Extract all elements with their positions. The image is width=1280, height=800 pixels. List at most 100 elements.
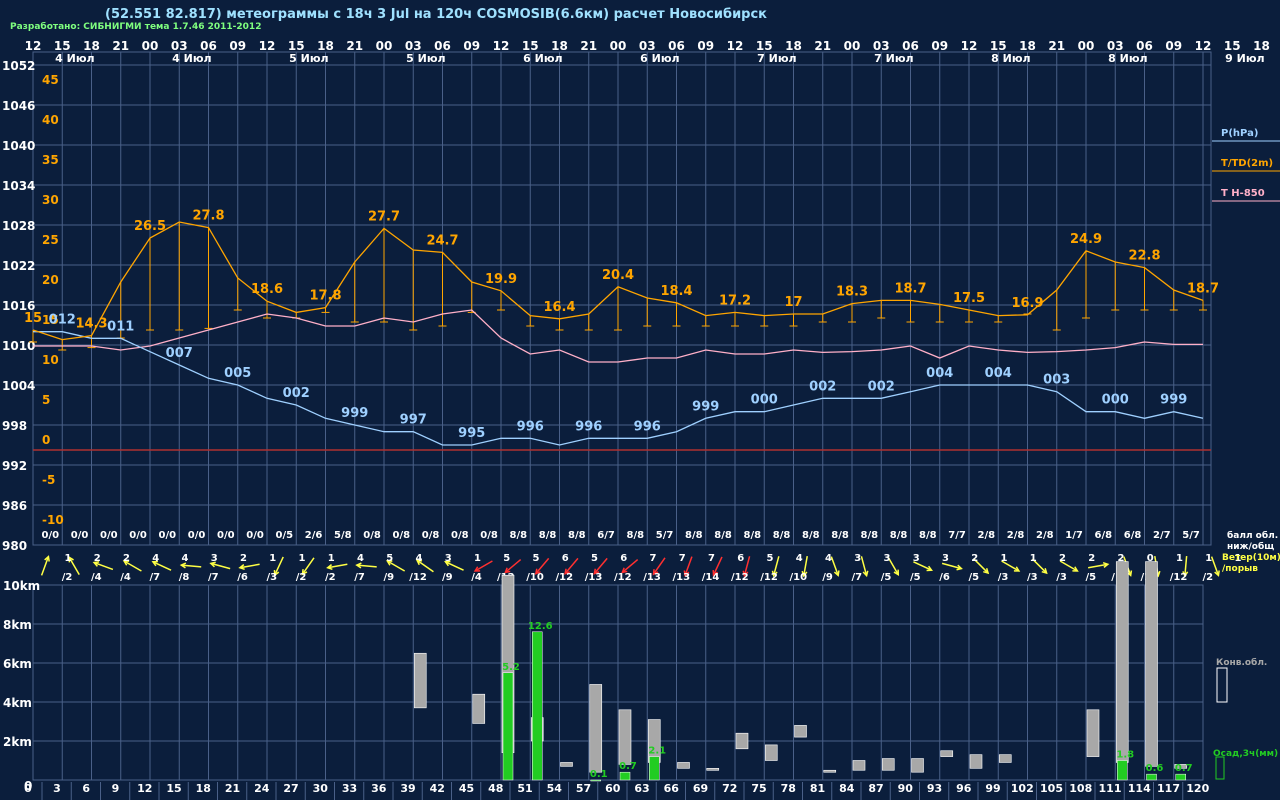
- temp-tick-label: 45: [42, 73, 59, 87]
- cloud-cover-value: 2/6: [305, 530, 323, 541]
- convective-cloud-bar: [998, 754, 1012, 763]
- convective-cloud-bar: [969, 754, 983, 769]
- forecast-hour-label: 54: [547, 782, 563, 795]
- hour-tick-label: 09: [463, 39, 480, 53]
- wind-speed-value: 2: [94, 553, 101, 564]
- wind-gust-value: /4: [471, 572, 482, 583]
- forecast-hour-label: 39: [400, 782, 415, 795]
- hour-tick-label: 03: [405, 39, 422, 53]
- pressure-value-label: 003: [1043, 373, 1070, 388]
- hour-tick-label: 00: [142, 39, 159, 53]
- hour-tick-label: 12: [727, 39, 744, 53]
- hour-tick-label: 00: [610, 39, 627, 53]
- pressure-tick-label: 980: [2, 539, 27, 553]
- wind-gust-value: /5: [881, 572, 892, 583]
- forecast-hour-label: 57: [576, 782, 591, 795]
- convective-cloud-bar: [852, 760, 866, 771]
- wind-gust-value: /9: [442, 572, 453, 583]
- hour-tick-label: 00: [1078, 39, 1095, 53]
- hour-tick-label: 18: [317, 39, 334, 53]
- forecast-hour-label: 45: [459, 782, 474, 795]
- forecast-hour-label: 0: [24, 782, 32, 795]
- hour-tick-label: 03: [873, 39, 890, 53]
- wind-gust-value: /12: [555, 572, 573, 583]
- temp-tick-label: 5: [42, 393, 50, 407]
- pressure-value-label: 999: [692, 399, 719, 414]
- wind-speed-value: 7: [679, 553, 686, 564]
- hour-tick-label: 21: [112, 39, 129, 53]
- pressure-value-label: 999: [341, 406, 368, 421]
- wind-speed-value: 2: [1059, 553, 1066, 564]
- day-label: 7 Июл: [757, 52, 796, 65]
- hour-tick-label: 15: [1224, 39, 1241, 53]
- pressure-value-label: 005: [224, 366, 251, 381]
- wind-speed-value: 4: [182, 553, 189, 564]
- cloud-cover-value: 0/0: [42, 530, 60, 541]
- cloud-cover-value: 8/8: [714, 530, 732, 541]
- hour-tick-label: 21: [1048, 39, 1065, 53]
- wind-speed-value: 4: [416, 553, 423, 564]
- precip-legend-label: Осад,3ч(мм): [1213, 749, 1278, 759]
- pressure-value-label: 996: [575, 419, 602, 434]
- forecast-hour-label: 9: [112, 782, 120, 795]
- cloud-cover-value: 0/8: [480, 530, 498, 541]
- height-tick-label: 2km: [3, 735, 32, 749]
- forecast-hour-label: 24: [254, 782, 270, 795]
- hour-tick-label: 03: [171, 39, 188, 53]
- forecast-hour-label: 72: [722, 782, 737, 795]
- wind-gust-value: /4: [120, 572, 131, 583]
- hour-tick-label: 12: [493, 39, 510, 53]
- cloud-cover-value: 8/8: [802, 530, 820, 541]
- hour-tick-label: 18: [83, 39, 100, 53]
- cloud-cover-value: 0/0: [129, 530, 147, 541]
- wind-speed-value: 4: [152, 553, 159, 564]
- wind-gust-value: /12: [760, 572, 778, 583]
- wind-speed-value: 6: [620, 553, 627, 564]
- conv-legend-label: Конв.обл.: [1216, 657, 1267, 668]
- convective-cloud-bar: [560, 762, 573, 767]
- cloud-cover-value: 8/8: [919, 530, 937, 541]
- temperature-value-label: 17.2: [719, 293, 751, 308]
- hour-tick-label: 03: [1107, 39, 1124, 53]
- forecast-hour-label: 33: [342, 782, 357, 795]
- cloud-cover-value: 1/7: [1065, 530, 1083, 541]
- precip-bar: [1146, 773, 1157, 781]
- cloud-legend-label: балл обл.: [1227, 530, 1278, 541]
- temp-tick-label: -10: [42, 513, 64, 527]
- legend-pressure-label: P(hPa): [1221, 128, 1258, 139]
- pressure-value-label: 002: [283, 386, 310, 401]
- pressure-tick-label: 998: [2, 419, 27, 433]
- temperature-value-label: 18.3: [836, 285, 868, 300]
- cloud-cover-value: 8/8: [539, 530, 557, 541]
- temperature-value-label: 27.7: [368, 209, 400, 224]
- wind-speed-value: 1: [328, 553, 335, 564]
- hour-tick-label: 18: [551, 39, 568, 53]
- pressure-value-label: 004: [926, 366, 953, 381]
- precip-value-label: 0.7: [619, 761, 637, 772]
- forecast-hour-label: 30: [313, 782, 329, 795]
- hour-tick-label: 06: [200, 39, 217, 53]
- cloud-cover-value: 0/0: [159, 530, 177, 541]
- precip-value-label: 0.6: [1146, 763, 1164, 774]
- wind-gust-value: /7: [354, 572, 365, 583]
- cloud-cover-value: 8/8: [831, 530, 849, 541]
- forecast-hour-label: 27: [283, 782, 298, 795]
- temperature-value-label: 20.4: [602, 268, 634, 283]
- wind-speed-value: 5: [533, 553, 540, 564]
- wind-gust-value: /2: [1202, 572, 1213, 583]
- precip-legend-marker: [1215, 756, 1225, 780]
- forecast-hour-label: 66: [664, 782, 680, 795]
- wind-speed-value: 4: [825, 553, 832, 564]
- wind-gust-value: /10: [526, 572, 544, 583]
- cloud-cover-value: 8/8: [861, 530, 879, 541]
- convective-cloud-bar: [823, 769, 837, 773]
- cloud-cover-value: 5/8: [334, 530, 352, 541]
- wind-legend-label: Ветер(10м): [1222, 553, 1280, 563]
- wind-speed-value: 5: [503, 553, 510, 564]
- forecast-hour-label: 90: [898, 782, 914, 795]
- cloud-cover-value: 8/8: [773, 530, 791, 541]
- cloud-cover-value: 2/8: [978, 530, 996, 541]
- temp-tick-label: 25: [42, 233, 59, 247]
- hour-tick-label: 15: [54, 39, 71, 53]
- cloud-cover-value: 2/8: [1007, 530, 1025, 541]
